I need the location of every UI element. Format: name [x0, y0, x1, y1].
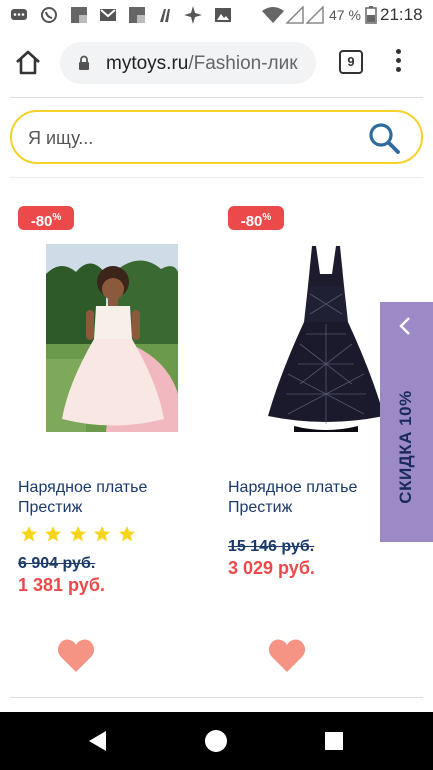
search-bar — [10, 110, 423, 164]
image-icon — [215, 8, 231, 22]
heart-icon[interactable] — [267, 638, 307, 674]
app-icon — [71, 7, 87, 23]
chat-icon — [11, 9, 27, 20]
lock-icon — [79, 55, 89, 70]
home-icon[interactable] — [14, 48, 42, 76]
app-icon — [129, 7, 145, 23]
sale-price: 1 381 руб. — [18, 575, 105, 595]
wifi-icon — [262, 7, 284, 23]
battery-icon — [365, 6, 377, 24]
battery-level: 47 % — [329, 7, 361, 23]
sparkle-icon — [184, 6, 202, 24]
back-icon[interactable] — [86, 729, 110, 753]
discount-value: -80 — [240, 213, 263, 230]
star-icon — [93, 525, 111, 543]
old-price: 6 904 руб. — [18, 555, 96, 572]
discount-side-tab[interactable]: СКИДКА 10% — [380, 302, 433, 542]
l-icon — [160, 9, 170, 22]
home-nav-icon[interactable] — [204, 729, 228, 753]
star-icon — [44, 525, 62, 543]
rating-stars — [20, 525, 138, 545]
product-image[interactable] — [46, 244, 178, 432]
discount-label: СКИДКА 10% — [396, 390, 415, 504]
gmail-icon — [100, 9, 116, 21]
menu-icon[interactable] — [392, 49, 404, 75]
divider — [10, 97, 423, 98]
url-path: /Fashion-лик — [188, 53, 298, 74]
url-text: mytoys.ru/Fashion-лик — [106, 53, 298, 75]
star-icon — [20, 525, 38, 543]
url-host: mytoys.ru — [106, 53, 189, 74]
recents-icon[interactable] — [322, 729, 346, 753]
search-input[interactable] — [28, 126, 358, 150]
sale-price: 3 029 руб. — [228, 558, 315, 578]
discount-percent: % — [262, 212, 272, 223]
star-icon — [118, 525, 136, 543]
heart-icon[interactable] — [56, 638, 96, 674]
signal-icon — [306, 6, 324, 24]
discount-badge: -80% — [18, 206, 74, 230]
browser-toolbar: mytoys.ru/Fashion-лик 9 — [0, 30, 433, 94]
signal-icon — [286, 6, 304, 24]
system-nav-bar — [0, 712, 433, 770]
tab-switcher-button[interactable]: 9 — [339, 50, 363, 74]
old-price: 15 146 руб. — [228, 538, 315, 555]
search-icon[interactable] — [367, 121, 401, 155]
product-card[interactable]: -80% Нарядное платье Престиж 6 904 руб. … — [8, 178, 208, 698]
viber-icon — [41, 7, 57, 23]
discount-value: -80 — [30, 213, 53, 230]
chevron-left-icon[interactable] — [397, 316, 413, 336]
discount-percent: % — [52, 212, 62, 223]
star-icon — [69, 525, 87, 543]
clock: 21:18 — [380, 5, 423, 24]
product-title[interactable]: Нарядное платье Престиж — [18, 478, 198, 518]
divider — [10, 697, 423, 698]
status-bar: 47 % 21:18 — [0, 0, 433, 30]
product-image[interactable] — [260, 244, 392, 432]
address-bar[interactable]: mytoys.ru/Fashion-лик — [60, 42, 316, 84]
discount-badge: -80% — [228, 206, 284, 230]
